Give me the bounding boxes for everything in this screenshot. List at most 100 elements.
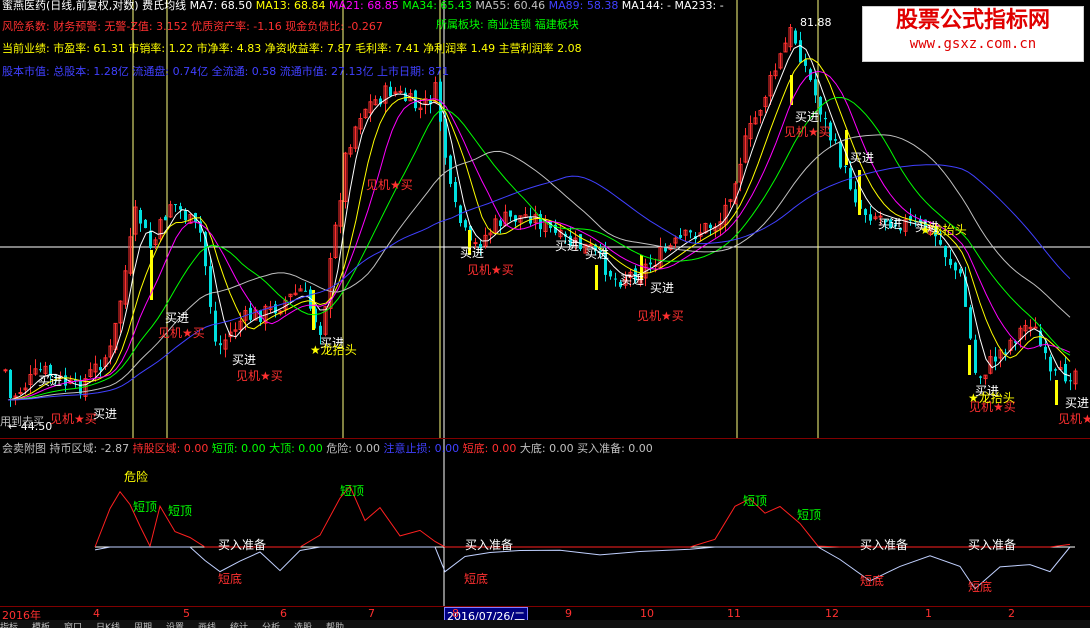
legend-item-2: 持股区域: 0.00 bbox=[132, 442, 212, 455]
time-axis: 2016年 2016/07/26/二 4 5 6 7 8 9 10 11 12 1 2 bbox=[0, 606, 1090, 625]
opportunity-signal-0: 见机★买 bbox=[158, 326, 205, 340]
bottom-tab-1[interactable]: 模板 bbox=[32, 624, 50, 628]
candle-body bbox=[944, 245, 947, 258]
bottom-tab-10[interactable]: 帮助 bbox=[326, 624, 344, 628]
candle-body bbox=[509, 210, 512, 217]
opportunity-signal-7: 见机★买 bbox=[1058, 412, 1090, 426]
ma-value-3: MA34: 65.43 bbox=[398, 0, 472, 12]
axis-month-7: 7 bbox=[368, 607, 375, 620]
sub-label-short_top-1: 短顶 bbox=[133, 500, 157, 514]
highlight-candle-3 bbox=[595, 265, 598, 290]
bottom-tab-6[interactable]: 画线 bbox=[198, 624, 216, 628]
opportunity-signal-4: 见机★买 bbox=[637, 309, 684, 323]
bottom-tab-4[interactable]: 周期 bbox=[134, 624, 152, 628]
candle-body bbox=[473, 242, 478, 245]
candle-body bbox=[799, 40, 802, 63]
candle-body bbox=[1054, 369, 1057, 371]
chart-title: 蜜燕医药(日线,前复权,对数) 费氏均线 bbox=[2, 0, 187, 12]
candle-body bbox=[969, 307, 972, 339]
highlight-candle-1 bbox=[312, 290, 315, 330]
candle-body bbox=[398, 90, 403, 93]
candle-body bbox=[834, 139, 837, 141]
candle-body bbox=[389, 86, 392, 97]
candle-body bbox=[64, 375, 67, 386]
candle-body bbox=[444, 118, 447, 158]
opportunity-signal-1: 见机★买 bbox=[236, 369, 283, 383]
candle-body bbox=[609, 271, 612, 277]
axis-month-12: 12 bbox=[825, 607, 839, 620]
candle-body bbox=[99, 367, 102, 371]
candle-body bbox=[844, 165, 847, 167]
candle-body bbox=[1004, 352, 1007, 354]
highlight-candle-6 bbox=[845, 130, 848, 165]
candle-body bbox=[869, 214, 872, 221]
candle-body bbox=[1049, 356, 1052, 372]
opportunity-signal-3: 见机★买 bbox=[467, 263, 514, 277]
sub-label-buy_ready-13: 买入准备 bbox=[968, 538, 1016, 552]
share-capital-info: 股本市值: 总股本: 1.28亿 流通盘: 0.74亿 全流通: 0.58 流通… bbox=[2, 65, 450, 78]
indicator-legend: 会卖附图 持币区域: -2.87 持股区域: 0.00 短顶: 0.00 大顶:… bbox=[2, 440, 653, 456]
warning-label: 用到去买 bbox=[0, 415, 44, 428]
candle-body bbox=[454, 181, 457, 203]
candle-body bbox=[588, 244, 593, 247]
candle-body bbox=[174, 204, 177, 206]
buy-signal-2: 买进 bbox=[165, 311, 189, 325]
axis-month-9: 9 bbox=[565, 607, 572, 620]
axis-month-8: 8 bbox=[452, 607, 459, 620]
bottom-tab-9[interactable]: 选股 bbox=[294, 624, 312, 628]
bottom-tab-0[interactable]: 指标 bbox=[0, 624, 18, 628]
buy-signal-12: 买进 bbox=[878, 217, 902, 231]
sub-label-short_top-4: 短顶 bbox=[743, 494, 767, 508]
candle-body bbox=[959, 269, 962, 274]
buy-signal-6: 买进 bbox=[555, 239, 579, 253]
candle-body bbox=[954, 262, 957, 271]
candle-body bbox=[319, 325, 322, 335]
header-line-2: 风险系数: 财务预警: 无警-Z值: 3.152 优质资产率: -1.16 现金… bbox=[2, 18, 383, 34]
candle-body bbox=[689, 230, 692, 233]
candle-body bbox=[149, 230, 152, 249]
ma-values: MA7: 68.50 MA13: 68.84 MA21: 68.85 MA34:… bbox=[190, 0, 724, 12]
candle-body bbox=[614, 278, 617, 280]
candle-body bbox=[464, 220, 467, 228]
ma-value-6: MA144: - bbox=[618, 0, 671, 12]
buy-signal-8: 买进 bbox=[620, 273, 644, 287]
candle-body bbox=[164, 216, 167, 221]
indicator-subchart[interactable]: 危险 短顶 短顶 短顶 短顶 短顶 短底 短底 短底 短底 买入准备 买入准备 买入准备 买入准备 bbox=[0, 438, 1090, 607]
ma-value-1: MA13: 68.84 bbox=[252, 0, 326, 12]
buy-signal-15: 买进 bbox=[1065, 396, 1089, 410]
candle-body bbox=[144, 219, 147, 229]
indicator-canvas[interactable]: 危险短顶 短顶短顶短顶短顶短底 短底 短底 短底买入准备 买入准备 买入准备 买入准备 bbox=[0, 439, 1090, 607]
sub-label-short_bottom-7: 短底 bbox=[464, 571, 488, 586]
candle-body bbox=[854, 189, 857, 203]
bottom-tab-7[interactable]: 统计 bbox=[230, 624, 248, 628]
buy-signal-5: 买进 bbox=[460, 246, 484, 260]
sector-label: 所属板块: 商业连锁 福建板块 bbox=[436, 18, 579, 31]
legend-item-7: 短底: 0.00 bbox=[462, 442, 520, 455]
candle-body bbox=[994, 356, 997, 362]
ma-value-2: MA21: 68.85 bbox=[325, 0, 399, 12]
axis-month-5: 5 bbox=[183, 607, 190, 620]
sub-label-short_top-2: 短顶 bbox=[168, 504, 192, 518]
candle-body bbox=[219, 343, 222, 346]
opportunity-signal-5: 见机★买 bbox=[784, 125, 831, 139]
legend-item-4: 大顶: 0.00 bbox=[269, 442, 327, 455]
buy-signal-11: 买进 bbox=[850, 151, 874, 165]
candle-body bbox=[499, 220, 502, 227]
bottom-tab-2[interactable]: 窗口 bbox=[64, 624, 82, 628]
candle-body bbox=[864, 209, 867, 216]
bottom-tab-8[interactable]: 分析 bbox=[262, 624, 280, 628]
site-watermark: 股票公式指标网 www.gsxz.com.cn bbox=[862, 6, 1084, 62]
legend-item-1: 持币区域: -2.87 bbox=[49, 442, 133, 455]
sub-label-short_top-5: 短顶 bbox=[797, 508, 821, 522]
dragon-signal-2: ★龙抬头 bbox=[920, 223, 967, 237]
candle-body bbox=[179, 206, 182, 210]
legend-item-8: 大底: 0.00 bbox=[519, 442, 578, 455]
price-high-label: 81.88 bbox=[800, 16, 832, 29]
candle-body bbox=[184, 210, 187, 221]
candle-body bbox=[1069, 380, 1072, 382]
axis-month-2: 2 bbox=[1008, 607, 1015, 620]
axis-month-11: 11 bbox=[727, 607, 741, 620]
bottom-tab-3[interactable]: 日K线 bbox=[96, 624, 120, 628]
performance-info: 当前业绩: 市盈率: 61.31 市销率: 1.22 市净率: 4.83 净资收… bbox=[2, 42, 582, 55]
bottom-tab-5[interactable]: 设置 bbox=[166, 624, 184, 628]
